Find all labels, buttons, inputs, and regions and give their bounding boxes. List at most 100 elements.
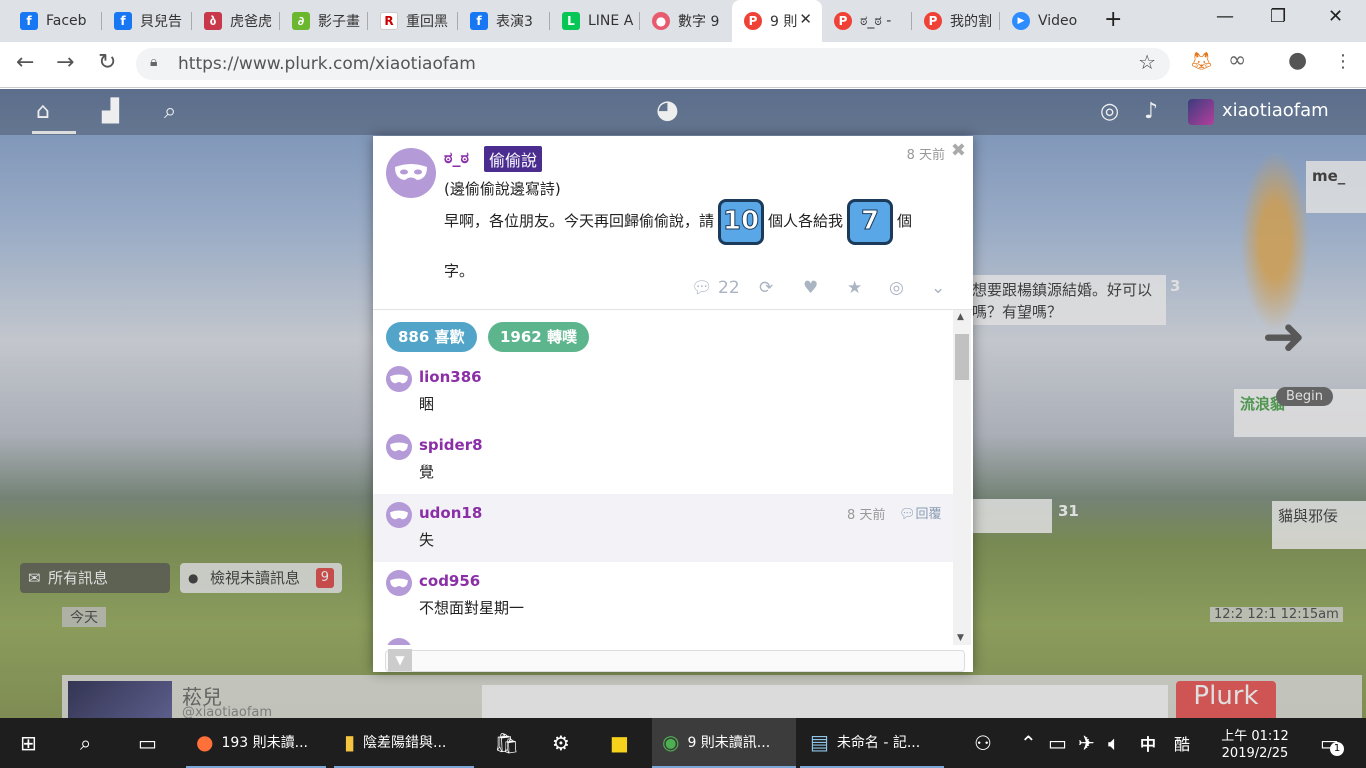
profile-icon[interactable]: ● — [1288, 48, 1307, 73]
plurk-page: ⌂ ▟ ⌕ ◕ ◎ ♪ xiaotiaofam 想要跟楊鎮源結婚。好可以嗎？有望… — [0, 89, 1366, 718]
response-author[interactable]: udon18 — [419, 504, 482, 522]
reload-button[interactable]: ↻ — [98, 50, 116, 75]
zoom-icon: ▶ — [1012, 12, 1030, 30]
mask-avatar-small[interactable] — [386, 434, 412, 460]
response-text: 不想面對星期一 — [419, 599, 525, 617]
taskbar-app-firefox[interactable]: ● 193 則未讀... — [186, 718, 326, 768]
plurk-author[interactable]: ಠ_ಠ — [444, 148, 469, 168]
search-icon[interactable]: ⌕ — [164, 99, 176, 124]
battery-icon[interactable]: ▭ — [1048, 718, 1067, 768]
response-item: cod956 不想面對星期一 — [373, 562, 953, 630]
firefox-icon: ● — [196, 730, 214, 754]
line-icon: L — [562, 12, 580, 30]
ime-indicator[interactable]: 酷 — [1174, 718, 1190, 768]
browser-tab[interactable]: ბ 虎爸虎 — [192, 0, 280, 42]
scrollbar-thumb[interactable] — [955, 334, 969, 380]
close-tab-icon[interactable]: ✕ — [799, 10, 812, 28]
user-avatar[interactable] — [1188, 99, 1214, 125]
response-count-button[interactable]: 💬︎ 22 — [691, 278, 740, 298]
browser-tab-active[interactable]: P9 則 ✕ — [732, 0, 822, 42]
mask-avatar[interactable] — [386, 148, 436, 198]
plurk-actions: 💬︎ 22 ⟳ ♥ ★ ◎ ⌄ — [373, 276, 973, 306]
clock[interactable]: 上午 01:12 2019/2/25 — [1210, 718, 1300, 768]
maximize-button[interactable]: ❐ — [1270, 6, 1286, 27]
pig-icon: ● — [652, 12, 670, 30]
browser-tab[interactable]: P ಠ_ಠ - — [822, 0, 912, 42]
browser-tab[interactable]: ▶ Video — [1000, 0, 1092, 42]
reply-button[interactable]: 💬︎回覆 — [899, 503, 942, 522]
responses-scrollbar[interactable]: ▲ ▼ — [953, 310, 971, 645]
mask-avatar-small[interactable] — [386, 366, 412, 392]
response-item: lion386 睏 — [373, 358, 953, 426]
mask-avatar-small[interactable] — [386, 502, 412, 528]
bookmark-star-icon[interactable]: ☆ — [1138, 50, 1156, 74]
nav-username[interactable]: xiaotiaofam — [1222, 100, 1329, 121]
back-button[interactable]: ← — [16, 50, 34, 75]
replurks-pill[interactable]: 1962 轉噗 — [488, 322, 589, 352]
browser-tab[interactable]: ● 數字 9 — [640, 0, 732, 42]
airplane-icon[interactable]: ✈ — [1078, 718, 1095, 768]
emoticon-dropdown-icon[interactable]: ▼ — [388, 649, 412, 671]
home-icon[interactable]: ⌂ — [36, 99, 50, 124]
sticky-notes-button[interactable]: ■ — [610, 718, 629, 768]
scroll-down-arrow[interactable]: ▼ — [957, 633, 964, 643]
like-heart-icon[interactable]: ♥ — [803, 278, 818, 298]
forward-button[interactable]: → — [56, 50, 74, 75]
ime-mode[interactable]: 中 — [1140, 718, 1156, 768]
people-icon[interactable]: ⚇ — [974, 718, 992, 768]
stats-icon[interactable]: ▟ — [102, 99, 119, 124]
settings-button[interactable]: ⚙ — [552, 718, 570, 768]
response-text: 失 — [419, 531, 435, 549]
task-view-button[interactable]: ▭ — [138, 718, 157, 768]
store-button[interactable]: 🛍︎ — [494, 718, 519, 768]
browser-tab[interactable]: R 重回黑 — [368, 0, 458, 42]
folder-icon: ▮ — [344, 730, 356, 754]
notification-center-icon[interactable]: ▭ 1 — [1320, 718, 1344, 768]
browser-tab[interactable]: f 表演3 — [458, 0, 550, 42]
browser-tab[interactable]: ∂ 影子畫 — [280, 0, 368, 42]
fox-extension-icon[interactable]: 🦊︎ — [1190, 51, 1213, 72]
plurk-nav-bar: ⌂ ▟ ⌕ ◕ ◎ ♪ xiaotiaofam — [0, 89, 1366, 135]
search-icon: ⌕ — [80, 731, 92, 755]
browser-tab[interactable]: f 貝兒告 — [102, 0, 192, 42]
response-author[interactable]: spider8 — [419, 436, 483, 454]
karma-icon[interactable]: ◎ — [889, 278, 904, 298]
response-time: 8 天前 — [847, 508, 886, 523]
new-tab-button[interactable]: + — [1104, 7, 1122, 32]
bell-icon[interactable]: ♪ — [1144, 99, 1158, 124]
taskbar-app-notepad[interactable]: ▤ 未命名 - 記... — [800, 718, 944, 768]
response-input[interactable]: ▼ — [385, 649, 965, 672]
search-button[interactable]: ⌕ — [80, 718, 91, 768]
browser-tab-strip: f Faceb f 貝兒告 ბ 虎爸虎 ∂ 影子畫 R 重回黑 f 表演3 L LINE A … — [0, 0, 1366, 42]
close-window-button[interactable]: ✕ — [1328, 6, 1343, 27]
taskbar-app-explorer[interactable]: ▮ 陰差陽錯與... — [334, 718, 474, 768]
likes-pill[interactable]: 886 喜歡 — [386, 322, 477, 352]
address-bar[interactable]: 🔒︎ https://www.plurk.com/xiaotiaofam ☆ — [136, 48, 1170, 80]
minimize-button[interactable]: — — [1216, 6, 1234, 27]
mask-icon — [390, 374, 408, 383]
mask-icon — [395, 164, 427, 180]
infinity-extension-icon[interactable]: ∞ — [1228, 48, 1246, 73]
chevron-down-icon[interactable]: ⌄ — [931, 278, 945, 298]
browser-tab[interactable]: L LINE A — [550, 0, 640, 42]
mask-icon — [390, 442, 408, 451]
mask-avatar-small[interactable] — [386, 570, 412, 596]
response-author[interactable]: lion386 — [419, 368, 482, 386]
start-button[interactable]: ⊞ — [20, 718, 37, 768]
close-popup-icon[interactable]: ✖ — [951, 140, 966, 161]
plurk-logo-icon[interactable]: ◕ — [656, 95, 679, 125]
replurk-icon[interactable]: ⟳ — [759, 278, 773, 298]
mask-avatar-small[interactable] — [386, 638, 412, 645]
favorite-star-icon[interactable]: ★ — [847, 278, 862, 298]
volume-icon[interactable]: 🔈︎ — [1108, 718, 1120, 768]
karma-icon[interactable]: ◎ — [1100, 99, 1119, 124]
taskbar-app-chrome[interactable]: ◉ 9 則未讀訊... — [652, 718, 796, 768]
responses-list[interactable]: 886 喜歡 1962 轉噗 lion386 睏 spider8 覺 udon1… — [373, 310, 953, 645]
tray-chevron-icon[interactable]: ⌃ — [1020, 718, 1037, 768]
menu-icon[interactable]: ⋮ — [1334, 51, 1352, 72]
browser-tab[interactable]: f Faceb — [8, 0, 102, 42]
facebook-icon: f — [20, 12, 38, 30]
scroll-up-arrow[interactable]: ▲ — [957, 312, 964, 322]
browser-tab[interactable]: P 我的割 — [912, 0, 1000, 42]
response-author[interactable]: cod956 — [419, 572, 480, 590]
